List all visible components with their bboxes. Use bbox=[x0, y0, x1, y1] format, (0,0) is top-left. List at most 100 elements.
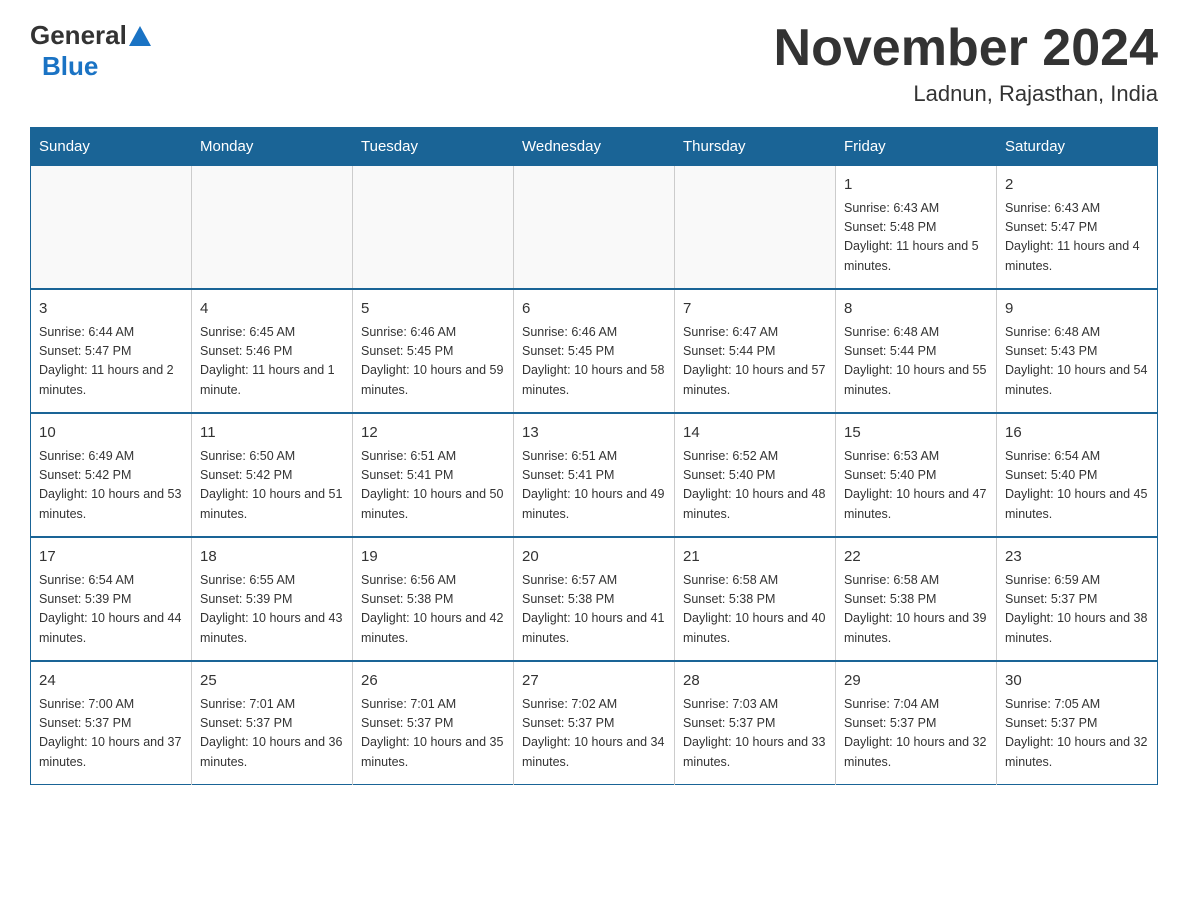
calendar-cell: 13Sunrise: 6:51 AMSunset: 5:41 PMDayligh… bbox=[514, 413, 675, 537]
day-info: Sunrise: 7:01 AMSunset: 5:37 PMDaylight:… bbox=[200, 695, 344, 773]
day-number: 17 bbox=[39, 546, 183, 569]
calendar-table: SundayMondayTuesdayWednesdayThursdayFrid… bbox=[30, 127, 1158, 785]
weekday-header-row: SundayMondayTuesdayWednesdayThursdayFrid… bbox=[31, 128, 1158, 166]
day-number: 11 bbox=[200, 422, 344, 445]
day-info: Sunrise: 6:43 AMSunset: 5:47 PMDaylight:… bbox=[1005, 199, 1149, 277]
day-number: 30 bbox=[1005, 670, 1149, 693]
day-info: Sunrise: 6:51 AMSunset: 5:41 PMDaylight:… bbox=[361, 447, 505, 525]
calendar-cell: 12Sunrise: 6:51 AMSunset: 5:41 PMDayligh… bbox=[353, 413, 514, 537]
calendar-cell: 26Sunrise: 7:01 AMSunset: 5:37 PMDayligh… bbox=[353, 661, 514, 785]
day-info: Sunrise: 6:45 AMSunset: 5:46 PMDaylight:… bbox=[200, 323, 344, 401]
day-info: Sunrise: 6:51 AMSunset: 5:41 PMDaylight:… bbox=[522, 447, 666, 525]
day-number: 22 bbox=[844, 546, 988, 569]
calendar-cell: 23Sunrise: 6:59 AMSunset: 5:37 PMDayligh… bbox=[997, 537, 1158, 661]
day-number: 25 bbox=[200, 670, 344, 693]
calendar-cell: 22Sunrise: 6:58 AMSunset: 5:38 PMDayligh… bbox=[836, 537, 997, 661]
calendar-cell: 14Sunrise: 6:52 AMSunset: 5:40 PMDayligh… bbox=[675, 413, 836, 537]
day-info: Sunrise: 6:43 AMSunset: 5:48 PMDaylight:… bbox=[844, 199, 988, 277]
day-number: 13 bbox=[522, 422, 666, 445]
week-row-3: 10Sunrise: 6:49 AMSunset: 5:42 PMDayligh… bbox=[31, 413, 1158, 537]
location-title: Ladnun, Rajasthan, India bbox=[774, 81, 1158, 107]
calendar-cell: 4Sunrise: 6:45 AMSunset: 5:46 PMDaylight… bbox=[192, 289, 353, 413]
weekday-header-saturday: Saturday bbox=[997, 128, 1158, 166]
day-number: 6 bbox=[522, 298, 666, 321]
week-row-2: 3Sunrise: 6:44 AMSunset: 5:47 PMDaylight… bbox=[31, 289, 1158, 413]
day-info: Sunrise: 6:49 AMSunset: 5:42 PMDaylight:… bbox=[39, 447, 183, 525]
day-info: Sunrise: 6:56 AMSunset: 5:38 PMDaylight:… bbox=[361, 571, 505, 649]
calendar-cell: 7Sunrise: 6:47 AMSunset: 5:44 PMDaylight… bbox=[675, 289, 836, 413]
day-info: Sunrise: 6:44 AMSunset: 5:47 PMDaylight:… bbox=[39, 323, 183, 401]
calendar-cell: 16Sunrise: 6:54 AMSunset: 5:40 PMDayligh… bbox=[997, 413, 1158, 537]
day-number: 16 bbox=[1005, 422, 1149, 445]
day-number: 23 bbox=[1005, 546, 1149, 569]
day-info: Sunrise: 7:04 AMSunset: 5:37 PMDaylight:… bbox=[844, 695, 988, 773]
day-number: 20 bbox=[522, 546, 666, 569]
week-row-4: 17Sunrise: 6:54 AMSunset: 5:39 PMDayligh… bbox=[31, 537, 1158, 661]
day-info: Sunrise: 7:01 AMSunset: 5:37 PMDaylight:… bbox=[361, 695, 505, 773]
day-number: 27 bbox=[522, 670, 666, 693]
day-number: 9 bbox=[1005, 298, 1149, 321]
day-info: Sunrise: 6:54 AMSunset: 5:39 PMDaylight:… bbox=[39, 571, 183, 649]
day-info: Sunrise: 7:05 AMSunset: 5:37 PMDaylight:… bbox=[1005, 695, 1149, 773]
weekday-header-sunday: Sunday bbox=[31, 128, 192, 166]
calendar-body: 1Sunrise: 6:43 AMSunset: 5:48 PMDaylight… bbox=[31, 166, 1158, 785]
calendar-cell: 15Sunrise: 6:53 AMSunset: 5:40 PMDayligh… bbox=[836, 413, 997, 537]
day-number: 21 bbox=[683, 546, 827, 569]
calendar-cell: 24Sunrise: 7:00 AMSunset: 5:37 PMDayligh… bbox=[31, 661, 192, 785]
day-number: 19 bbox=[361, 546, 505, 569]
calendar-cell: 21Sunrise: 6:58 AMSunset: 5:38 PMDayligh… bbox=[675, 537, 836, 661]
calendar-cell: 5Sunrise: 6:46 AMSunset: 5:45 PMDaylight… bbox=[353, 289, 514, 413]
calendar-cell: 19Sunrise: 6:56 AMSunset: 5:38 PMDayligh… bbox=[353, 537, 514, 661]
day-number: 24 bbox=[39, 670, 183, 693]
calendar-header: SundayMondayTuesdayWednesdayThursdayFrid… bbox=[31, 128, 1158, 166]
day-info: Sunrise: 7:00 AMSunset: 5:37 PMDaylight:… bbox=[39, 695, 183, 773]
header: General Blue November 2024 Ladnun, Rajas… bbox=[30, 20, 1158, 107]
day-number: 29 bbox=[844, 670, 988, 693]
day-info: Sunrise: 6:55 AMSunset: 5:39 PMDaylight:… bbox=[200, 571, 344, 649]
day-number: 12 bbox=[361, 422, 505, 445]
day-info: Sunrise: 6:59 AMSunset: 5:37 PMDaylight:… bbox=[1005, 571, 1149, 649]
calendar-cell: 1Sunrise: 6:43 AMSunset: 5:48 PMDaylight… bbox=[836, 166, 997, 290]
day-info: Sunrise: 6:58 AMSunset: 5:38 PMDaylight:… bbox=[844, 571, 988, 649]
week-row-1: 1Sunrise: 6:43 AMSunset: 5:48 PMDaylight… bbox=[31, 166, 1158, 290]
calendar-cell: 20Sunrise: 6:57 AMSunset: 5:38 PMDayligh… bbox=[514, 537, 675, 661]
logo-blue-text: Blue bbox=[42, 51, 98, 82]
day-info: Sunrise: 7:02 AMSunset: 5:37 PMDaylight:… bbox=[522, 695, 666, 773]
day-number: 26 bbox=[361, 670, 505, 693]
day-info: Sunrise: 6:50 AMSunset: 5:42 PMDaylight:… bbox=[200, 447, 344, 525]
calendar-cell: 17Sunrise: 6:54 AMSunset: 5:39 PMDayligh… bbox=[31, 537, 192, 661]
day-info: Sunrise: 6:53 AMSunset: 5:40 PMDaylight:… bbox=[844, 447, 988, 525]
day-info: Sunrise: 6:58 AMSunset: 5:38 PMDaylight:… bbox=[683, 571, 827, 649]
calendar-cell bbox=[31, 166, 192, 290]
weekday-header-tuesday: Tuesday bbox=[353, 128, 514, 166]
day-number: 5 bbox=[361, 298, 505, 321]
day-number: 7 bbox=[683, 298, 827, 321]
weekday-header-friday: Friday bbox=[836, 128, 997, 166]
day-number: 10 bbox=[39, 422, 183, 445]
calendar-cell: 27Sunrise: 7:02 AMSunset: 5:37 PMDayligh… bbox=[514, 661, 675, 785]
day-number: 15 bbox=[844, 422, 988, 445]
calendar-cell: 25Sunrise: 7:01 AMSunset: 5:37 PMDayligh… bbox=[192, 661, 353, 785]
day-info: Sunrise: 6:54 AMSunset: 5:40 PMDaylight:… bbox=[1005, 447, 1149, 525]
day-info: Sunrise: 6:48 AMSunset: 5:43 PMDaylight:… bbox=[1005, 323, 1149, 401]
calendar-cell bbox=[353, 166, 514, 290]
day-number: 3 bbox=[39, 298, 183, 321]
day-info: Sunrise: 6:48 AMSunset: 5:44 PMDaylight:… bbox=[844, 323, 988, 401]
day-number: 8 bbox=[844, 298, 988, 321]
calendar-cell bbox=[675, 166, 836, 290]
calendar-cell: 18Sunrise: 6:55 AMSunset: 5:39 PMDayligh… bbox=[192, 537, 353, 661]
logo-triangle-icon bbox=[129, 26, 151, 46]
calendar-cell bbox=[192, 166, 353, 290]
day-info: Sunrise: 7:03 AMSunset: 5:37 PMDaylight:… bbox=[683, 695, 827, 773]
calendar-cell: 9Sunrise: 6:48 AMSunset: 5:43 PMDaylight… bbox=[997, 289, 1158, 413]
weekday-header-wednesday: Wednesday bbox=[514, 128, 675, 166]
day-info: Sunrise: 6:46 AMSunset: 5:45 PMDaylight:… bbox=[361, 323, 505, 401]
month-title: November 2024 bbox=[774, 20, 1158, 77]
calendar-cell: 6Sunrise: 6:46 AMSunset: 5:45 PMDaylight… bbox=[514, 289, 675, 413]
calendar-cell: 8Sunrise: 6:48 AMSunset: 5:44 PMDaylight… bbox=[836, 289, 997, 413]
day-info: Sunrise: 6:46 AMSunset: 5:45 PMDaylight:… bbox=[522, 323, 666, 401]
day-number: 18 bbox=[200, 546, 344, 569]
weekday-header-thursday: Thursday bbox=[675, 128, 836, 166]
logo: General Blue bbox=[30, 20, 151, 82]
title-area: November 2024 Ladnun, Rajasthan, India bbox=[774, 20, 1158, 107]
